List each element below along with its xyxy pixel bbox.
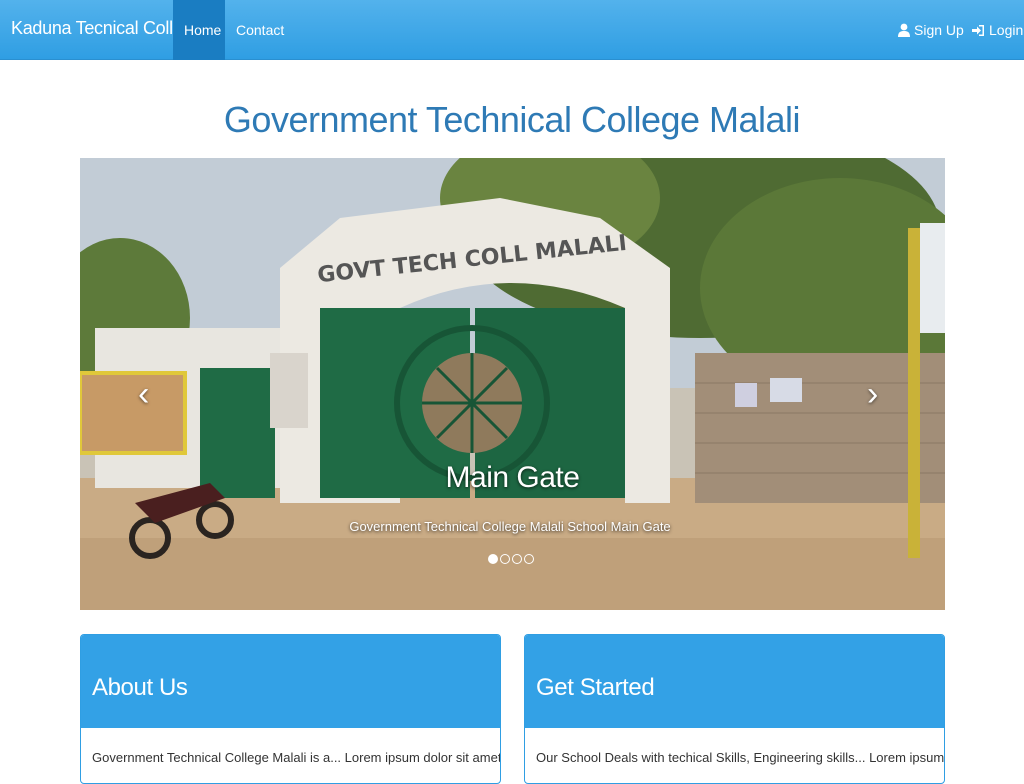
slide-title: Main Gate [445,461,580,494]
page-title: Government Technical College Malali [223,99,801,140]
panel-heading: About Us [81,635,500,728]
chevron-right-icon[interactable]: › [867,375,878,414]
get-started-panel: Get Started Our School Deals with techic… [524,634,945,784]
login-label: Login [989,22,1024,38]
carousel-indicators [488,554,534,564]
slide-caption: Government Technical College Malali Scho… [349,519,671,534]
about-us-panel: About Us Government Technical College Ma… [80,634,501,784]
user-icon [898,23,910,37]
panel-body: Our School Deals with techical Skills, E… [536,750,945,765]
panel-body: Government Technical College Malali is a… [92,750,501,765]
indicator-dot[interactable] [500,554,510,564]
nav-contact[interactable]: Contact [225,0,295,60]
nav-home[interactable]: Home [173,0,225,60]
image-carousel[interactable]: GOVT TECH COLL MALALI ‹ › Main Gate Gove… [80,158,945,610]
login-link[interactable]: Login [961,0,1024,60]
login-icon [972,24,985,37]
panel-heading: Get Started [525,635,944,728]
signup-label: Sign Up [914,22,964,38]
main-gate-photo: GOVT TECH COLL MALALI [80,158,945,610]
indicator-dot[interactable] [524,554,534,564]
indicator-dot[interactable] [512,554,522,564]
indicator-dot[interactable] [488,554,498,564]
chevron-left-icon[interactable]: ‹ [138,375,149,414]
navbar: Kaduna Tecnical College Home Contact Sig… [0,0,1024,60]
